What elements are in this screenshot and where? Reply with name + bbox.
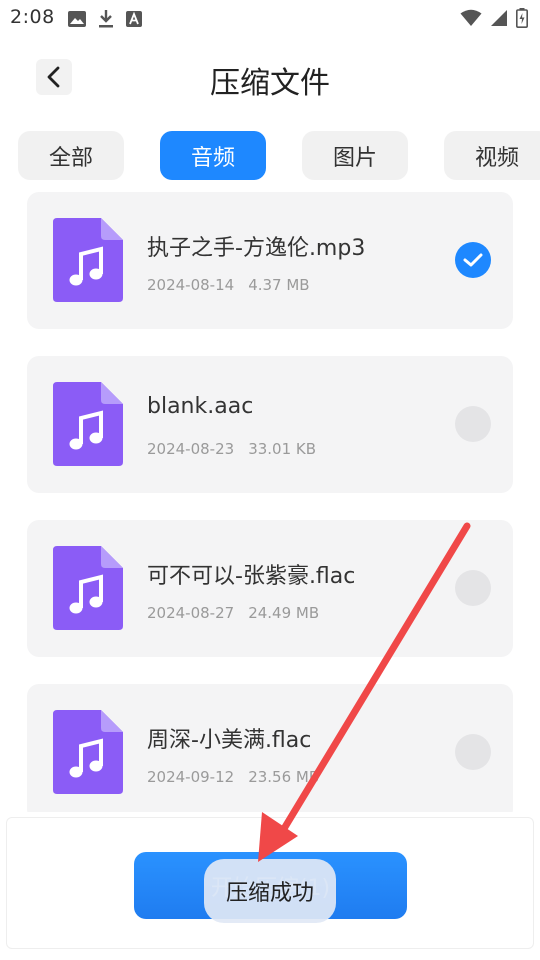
- status-time: 2:08: [10, 6, 55, 28]
- file-size: 23.56 MB: [248, 768, 320, 786]
- file-date: 2024-09-12: [147, 768, 235, 786]
- gallery-icon: [68, 10, 86, 27]
- file-list: 执子之手-方逸伦.mp3 2024-08-14 4.37 MB blank.aac: [0, 192, 540, 812]
- file-size: 4.37 MB: [248, 276, 310, 294]
- file-date: 2024-08-23: [147, 440, 235, 458]
- music-file-icon: [53, 546, 123, 630]
- select-checkbox[interactable]: [455, 734, 491, 770]
- tab-images[interactable]: 图片: [302, 131, 408, 180]
- music-file-icon: [53, 382, 123, 466]
- file-name: 周深-小美满.flac: [147, 728, 312, 753]
- select-checkbox[interactable]: [455, 570, 491, 606]
- music-file-icon: [53, 218, 123, 302]
- file-date: 2024-08-27: [147, 604, 235, 622]
- file-item[interactable]: 可不可以-张紫豪.flac 2024-08-27 24.49 MB: [27, 520, 513, 657]
- file-meta: 2024-08-27 24.49 MB: [147, 604, 319, 622]
- tab-audio[interactable]: 音频: [160, 131, 266, 180]
- screen: 2:08 压缩文件 全部 音频 图片 视频 执子之手-方逸伦.mp3 2024-…: [0, 0, 540, 960]
- file-meta: 2024-09-12 23.56 MB: [147, 768, 319, 786]
- tab-videos[interactable]: 视频: [444, 131, 540, 180]
- tab-all[interactable]: 全部: [18, 131, 124, 180]
- music-file-icon: [53, 710, 123, 794]
- page-title: 压缩文件: [210, 66, 330, 101]
- select-checkbox-checked[interactable]: [455, 242, 491, 278]
- category-tabs: 全部 音频 图片 视频: [18, 131, 540, 180]
- battery-icon: [516, 8, 528, 28]
- file-date: 2024-08-14: [147, 276, 235, 294]
- file-name: 执子之手-方逸伦.mp3: [147, 236, 366, 261]
- status-left-icons: [68, 9, 142, 28]
- status-bar: 2:08: [0, 0, 540, 38]
- wifi-icon: [460, 9, 482, 26]
- font-icon: [126, 10, 142, 27]
- signal-icon: [491, 10, 507, 26]
- select-checkbox[interactable]: [455, 406, 491, 442]
- status-right-icons: [460, 8, 528, 28]
- checkmark-icon: [463, 253, 483, 267]
- download-icon: [99, 10, 113, 28]
- header: 压缩文件: [0, 46, 540, 112]
- file-meta: 2024-08-14 4.37 MB: [147, 276, 310, 294]
- file-name: blank.aac: [147, 394, 254, 419]
- file-name: 可不可以-张紫豪.flac: [147, 564, 356, 589]
- file-item[interactable]: blank.aac 2024-08-23 33.01 KB: [27, 356, 513, 493]
- file-item[interactable]: 执子之手-方逸伦.mp3 2024-08-14 4.37 MB: [27, 192, 513, 329]
- file-size: 33.01 KB: [248, 440, 317, 458]
- file-item[interactable]: 周深-小美满.flac 2024-09-12 23.56 MB: [27, 684, 513, 812]
- file-size: 24.49 MB: [248, 604, 320, 622]
- file-meta: 2024-08-23 33.01 KB: [147, 440, 316, 458]
- success-toast: 压缩成功: [204, 859, 336, 923]
